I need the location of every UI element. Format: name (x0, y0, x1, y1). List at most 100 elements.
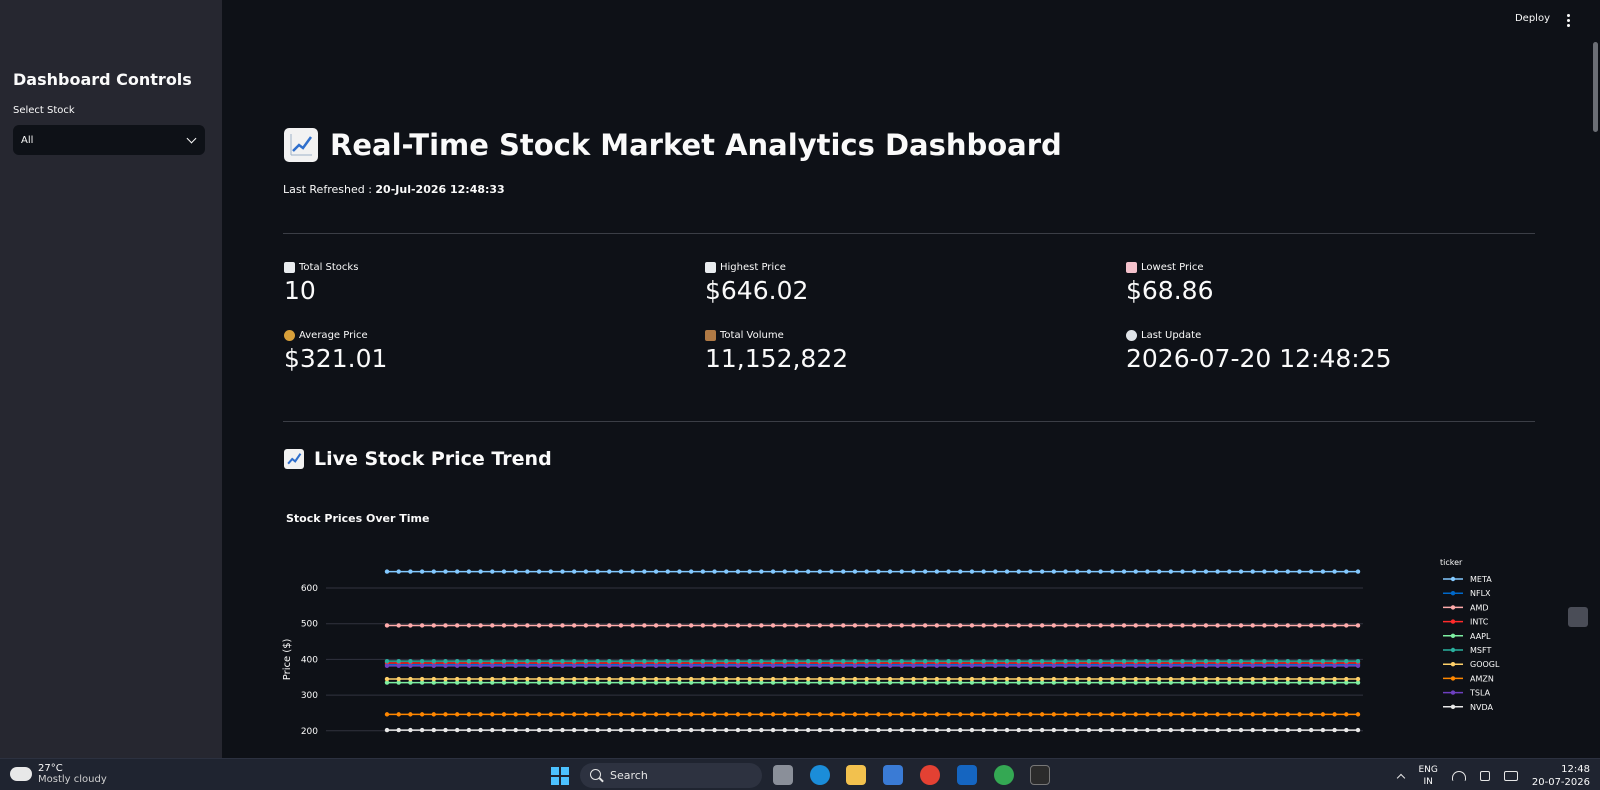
data-point (653, 712, 659, 717)
data-point (513, 712, 518, 717)
data-point (1227, 569, 1232, 574)
clock[interactable]: 12:48 20-07-2026 (1532, 763, 1590, 789)
series-meta[interactable] (384, 569, 1361, 574)
data-point (724, 569, 729, 574)
data-point (443, 676, 448, 682)
data-point (1168, 663, 1174, 669)
taskbar-search[interactable]: Search (580, 763, 762, 788)
data-point (1063, 658, 1068, 664)
series-nvda[interactable] (384, 727, 1361, 733)
chrome-profile-icon[interactable] (994, 765, 1014, 785)
data-point (817, 658, 823, 664)
data-point (899, 727, 904, 733)
section-title-text: Live Stock Price Trend (314, 448, 552, 470)
legend-item-googl[interactable]: GOOGL (1443, 660, 1500, 669)
data-point (1273, 676, 1279, 682)
data-point (1297, 663, 1302, 669)
data-point (607, 712, 612, 717)
series-amzn[interactable] (384, 712, 1361, 717)
legend-item-meta[interactable]: META (1443, 575, 1492, 584)
store-icon[interactable] (883, 765, 903, 785)
terminal-icon[interactable] (1030, 765, 1050, 785)
data-point (1039, 569, 1045, 574)
data-point (688, 712, 694, 717)
data-point (1051, 727, 1057, 733)
windows-start-icon[interactable] (551, 767, 569, 785)
data-point (419, 663, 425, 669)
data-point (794, 727, 799, 733)
data-point (1227, 727, 1232, 733)
data-point (1344, 623, 1349, 628)
data-point (1192, 676, 1197, 682)
data-point (747, 658, 752, 664)
edge-icon[interactable] (810, 765, 830, 785)
legend-item-msft[interactable]: MSFT (1443, 646, 1491, 655)
data-point (478, 712, 483, 717)
data-point (595, 663, 600, 669)
data-point (1133, 658, 1138, 664)
weather-widget[interactable]: 27°C Mostly cloudy (8, 761, 107, 785)
data-point (735, 623, 741, 628)
app-status-icon[interactable] (1568, 607, 1588, 627)
data-point (583, 712, 589, 717)
data-point (478, 676, 483, 682)
data-point (536, 663, 542, 669)
chrome-icon[interactable] (920, 765, 940, 785)
data-point (630, 569, 635, 574)
chart-up-icon (705, 262, 716, 273)
data-point (1320, 663, 1326, 669)
data-point (1273, 663, 1279, 669)
data-point (829, 569, 834, 574)
series-googl[interactable] (384, 676, 1361, 682)
data-point (1121, 569, 1127, 574)
legend-item-aapl[interactable]: AAPL (1443, 632, 1491, 641)
data-point (1297, 658, 1302, 664)
wifi-icon[interactable] (1451, 771, 1466, 781)
data-point (1297, 712, 1302, 717)
legend-item-intc[interactable]: INTC (1443, 618, 1489, 627)
data-point (1238, 569, 1244, 574)
file-explorer-icon[interactable] (846, 765, 866, 785)
data-point (1063, 727, 1068, 733)
data-point (571, 623, 577, 628)
deploy-button[interactable]: Deploy (1515, 13, 1550, 24)
data-point (688, 623, 694, 628)
data-point (1285, 712, 1291, 717)
data-point (852, 676, 858, 682)
volume-icon[interactable] (1479, 771, 1490, 781)
battery-icon[interactable] (1503, 771, 1518, 781)
data-point (724, 727, 729, 733)
data-point (735, 712, 741, 717)
data-point (1215, 727, 1220, 733)
cloud-icon (8, 761, 32, 781)
data-point (1192, 727, 1197, 733)
data-point (817, 623, 823, 628)
legend-item-tsla[interactable]: TSLA (1443, 689, 1491, 698)
outlook-icon[interactable] (957, 765, 977, 785)
main-menu-icon[interactable] (1567, 14, 1570, 27)
legend-item-amd[interactable]: AMD (1443, 603, 1489, 612)
stock-select[interactable]: All (13, 125, 205, 155)
data-point (735, 663, 741, 669)
task-view-icon[interactable] (773, 765, 793, 785)
data-point (1063, 676, 1068, 682)
sidebar-title: Dashboard Controls (13, 70, 192, 89)
data-point (466, 623, 472, 628)
series-aapl[interactable] (384, 680, 1361, 685)
metric-total-stocks: Total Stocks 10 (284, 262, 359, 305)
legend-item-nflx[interactable]: NFLX (1443, 589, 1491, 598)
data-point (712, 676, 717, 682)
stock-price-chart[interactable]: 200 300 400 500 600 Price ($) ticker META NFLX AM… (278, 540, 1518, 758)
data-point (1133, 712, 1138, 717)
chevron-down-icon (186, 133, 197, 143)
data-point (1309, 663, 1314, 669)
data-point (887, 623, 893, 628)
legend-item-nvda[interactable]: NVDA (1443, 703, 1493, 712)
language-indicator[interactable]: ENG IN (1418, 764, 1437, 788)
scrollbar[interactable] (1593, 42, 1598, 132)
chevron-up-icon[interactable] (1397, 773, 1406, 783)
legend-item-amzn[interactable]: AMZN (1443, 674, 1494, 683)
data-point (817, 727, 823, 733)
data-point (490, 676, 495, 682)
data-point (595, 623, 600, 628)
